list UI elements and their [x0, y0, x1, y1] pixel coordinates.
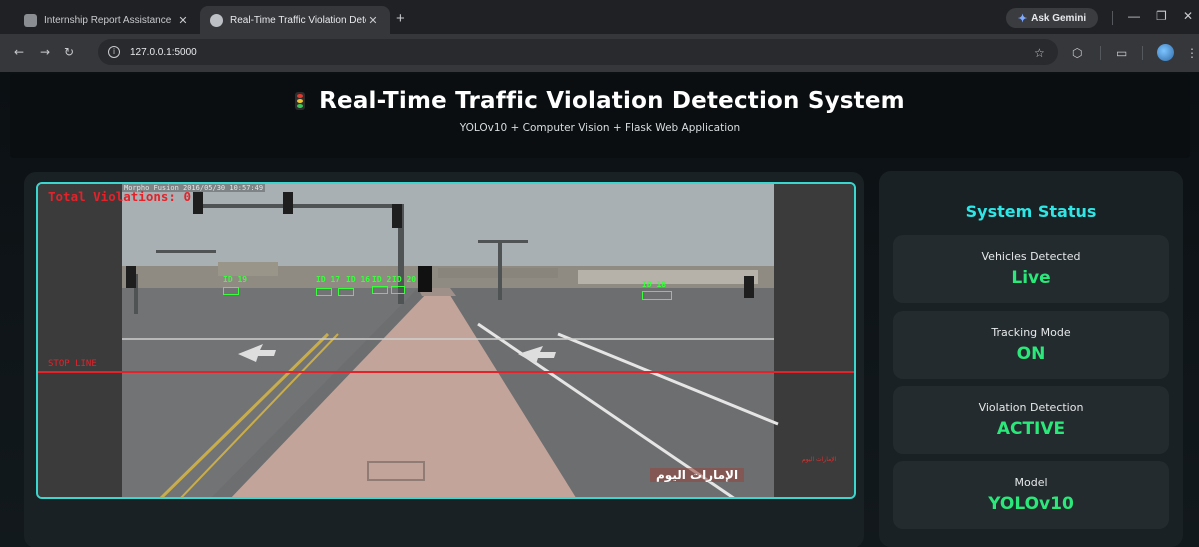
profile-avatar[interactable]	[1157, 44, 1174, 61]
page-title: Real-Time Traffic Violation Detection Sy…	[10, 88, 1190, 114]
detection-label: ID 2	[372, 275, 392, 284]
ask-gemini-label: Ask Gemini	[1031, 12, 1087, 24]
page-header: Real-Time Traffic Violation Detection Sy…	[10, 74, 1190, 158]
detection-box	[316, 288, 332, 296]
close-icon[interactable]: ✕	[176, 14, 190, 27]
status-card-vehicles-detected: Vehicles Detected Live	[893, 235, 1169, 303]
window-close-icon[interactable]: ✕	[1183, 9, 1193, 23]
status-card-value: YOLOv10	[988, 494, 1074, 514]
reload-icon[interactable]: ↻	[64, 45, 74, 59]
detection-box	[372, 286, 388, 294]
status-card-violation-detection: Violation Detection ACTIVE	[893, 386, 1169, 454]
divider	[1100, 46, 1101, 60]
close-icon[interactable]: ✕	[366, 14, 380, 27]
video-watermark: الإمارات اليوم	[650, 468, 745, 482]
bookmark-star-icon[interactable]: ☆	[1034, 46, 1045, 60]
video-panel: ID 19 ID 17 ID 16 ID 2 ID 20 ID 18 Morph…	[24, 172, 864, 547]
site-info-icon[interactable]: i	[108, 46, 120, 58]
status-card-label: Vehicles Detected	[981, 250, 1081, 263]
status-card-label: Model	[1014, 476, 1048, 489]
divider	[1112, 11, 1113, 25]
status-card-tracking-mode: Tracking Mode ON	[893, 311, 1169, 379]
status-card-model: Model YOLOv10	[893, 461, 1169, 529]
detection-label: ID 20	[392, 275, 417, 284]
detection-label: ID 18	[642, 280, 667, 289]
status-card-value: ACTIVE	[996, 419, 1066, 439]
url-text: 127.0.0.1:5000	[130, 46, 197, 58]
detection-box	[338, 288, 354, 296]
total-violations-overlay: Total Violations: 0	[48, 189, 191, 204]
detection-label: ID 19	[223, 275, 248, 284]
traffic-light-icon	[295, 92, 306, 110]
address-bar[interactable]: i 127.0.0.1:5000	[98, 39, 1058, 65]
detection-box	[223, 287, 239, 295]
system-status-panel: System Status Vehicles Detected Live Tra…	[879, 171, 1183, 547]
tab-internship-report[interactable]: Internship Report Assistance ✕	[14, 6, 200, 34]
extensions-icon[interactable]: ⬡	[1072, 46, 1082, 60]
back-icon[interactable]: ←	[14, 45, 24, 59]
video-feed: ID 19 ID 17 ID 16 ID 2 ID 20 ID 18 Morph…	[36, 182, 856, 499]
page-title-text: Real-Time Traffic Violation Detection Sy…	[319, 88, 905, 114]
new-tab-button[interactable]: +	[396, 10, 405, 27]
gemini-icon: ✦	[1017, 12, 1028, 25]
detection-box	[391, 286, 405, 294]
app-page: Real-Time Traffic Violation Detection Sy…	[0, 72, 1199, 547]
globe-icon	[210, 13, 223, 27]
detection-label: ID 17	[316, 275, 341, 284]
divider	[1142, 46, 1143, 60]
stop-line-label: STOP LINE	[48, 359, 97, 369]
forward-icon[interactable]: →	[40, 45, 50, 59]
detection-box	[642, 291, 672, 300]
status-card-label: Tracking Mode	[991, 326, 1071, 339]
minimize-icon[interactable]: —	[1128, 9, 1140, 23]
page-subtitle: YOLOv10 + Computer Vision + Flask Web Ap…	[459, 122, 741, 134]
tab-title: Internship Report Assistance	[44, 14, 172, 26]
detection-label: ID 16	[346, 275, 371, 284]
chat-icon	[24, 13, 37, 27]
camera-frame-image	[38, 184, 854, 497]
status-card-value: ON	[1016, 344, 1046, 364]
address-toolbar: ← → ↻ i 127.0.0.1:5000 ☆ ⬡ ▭ ⋮	[0, 34, 1199, 72]
system-status-heading: System Status	[965, 202, 1097, 221]
status-card-label: Violation Detection	[978, 401, 1084, 414]
status-card-value: Live	[1011, 268, 1051, 288]
menu-kebab-icon[interactable]: ⋮	[1186, 46, 1198, 60]
browser-tab-strip: Internship Report Assistance ✕ Real-Time…	[0, 0, 1199, 34]
restore-icon[interactable]: ❐	[1156, 9, 1167, 23]
tab-traffic-violation[interactable]: Real-Time Traffic Violation Dete ✕	[200, 6, 390, 34]
tab-title: Real-Time Traffic Violation Dete	[230, 14, 366, 26]
ask-gemini-button[interactable]: ✦ Ask Gemini	[1006, 8, 1098, 28]
tab-search-icon[interactable]: ▭	[1116, 46, 1127, 60]
video-watermark-small: الإمارات اليوم	[802, 456, 837, 463]
